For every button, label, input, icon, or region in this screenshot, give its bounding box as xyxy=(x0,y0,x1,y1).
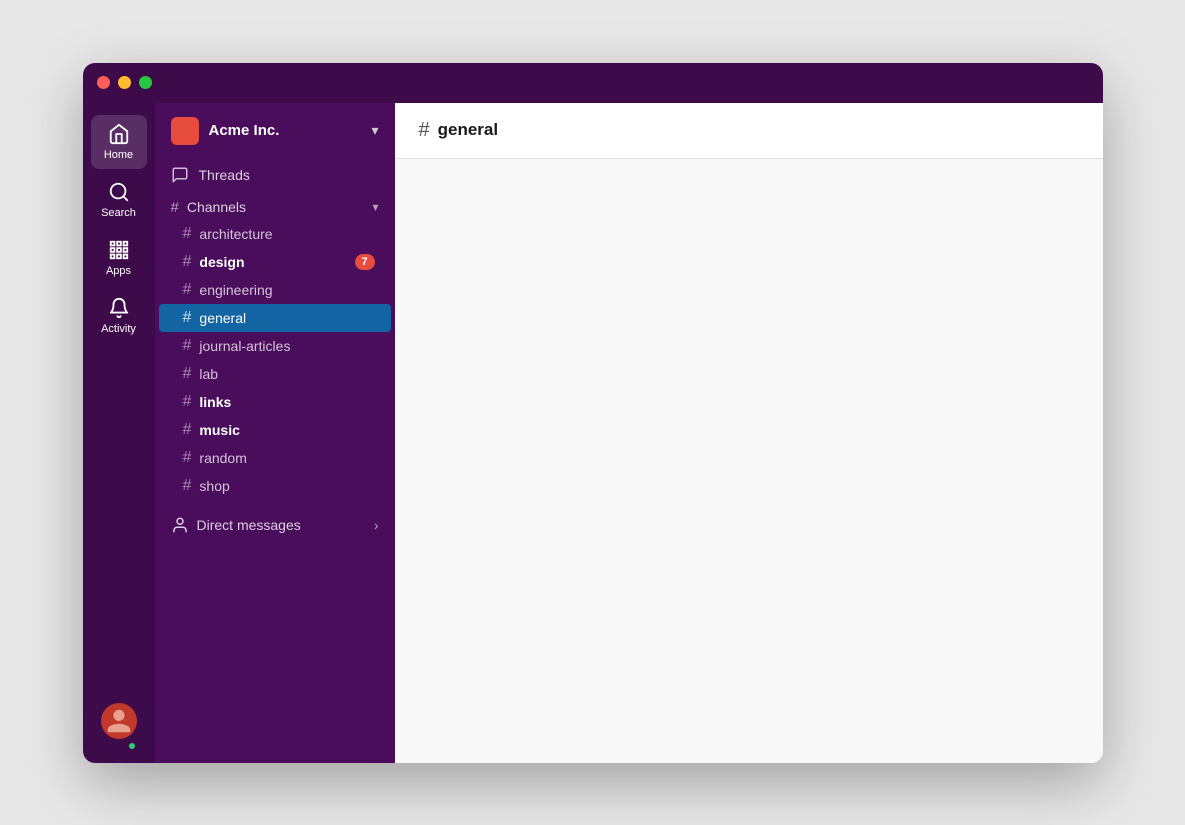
channel-name-label: engineering xyxy=(199,282,272,298)
apps-label: Apps xyxy=(106,265,131,277)
icon-sidebar: Home Search xyxy=(83,103,155,763)
channel-hash-icon: # xyxy=(183,449,192,467)
channel-item-random[interactable]: # random xyxy=(159,444,391,472)
dm-label: Direct messages xyxy=(197,517,301,533)
channel-hash-icon: # xyxy=(183,421,192,439)
channel-item-lab[interactable]: # lab xyxy=(159,360,391,388)
threads-icon xyxy=(171,166,189,184)
channel-name-label: design xyxy=(199,254,244,270)
activity-label: Activity xyxy=(101,323,136,335)
sidebar-item-search[interactable]: Search xyxy=(91,173,147,227)
threads-label: Threads xyxy=(199,167,250,183)
channel-header-name: general xyxy=(438,120,498,140)
avatar-icon xyxy=(105,707,133,735)
workspace-name: Acme Inc. xyxy=(209,122,280,139)
channel-header: # general xyxy=(395,103,1103,159)
channels-label: Channels xyxy=(187,199,246,215)
channel-messages-area xyxy=(395,159,1103,763)
channel-hash-icon: # xyxy=(183,393,192,411)
channel-item-links[interactable]: # links xyxy=(159,388,391,416)
online-status-dot xyxy=(127,741,137,751)
minimize-button[interactable] xyxy=(118,76,131,89)
threads-nav-item[interactable]: Threads xyxy=(155,159,395,191)
user-avatar[interactable] xyxy=(101,703,137,751)
app-body: Home Search xyxy=(83,103,1103,763)
channel-sidebar: Acme Inc. ▾ Threads # Channels ▾ # archit… xyxy=(155,103,395,763)
channels-section-header[interactable]: # Channels ▾ xyxy=(155,191,395,220)
channel-name-label: architecture xyxy=(199,226,272,242)
channel-hash-icon: # xyxy=(183,309,192,327)
workspace-chevron-icon: ▾ xyxy=(371,122,378,139)
title-bar xyxy=(83,63,1103,103)
workspace-logo xyxy=(171,117,199,145)
close-button[interactable] xyxy=(97,76,110,89)
channels-expand-icon: ▾ xyxy=(372,200,378,214)
channel-item-journal-articles[interactable]: # journal-articles xyxy=(159,332,391,360)
home-icon xyxy=(108,123,130,145)
channel-item-engineering[interactable]: # engineering xyxy=(159,276,391,304)
apps-icon xyxy=(108,239,130,261)
channel-name-label: general xyxy=(199,310,246,326)
home-label: Home xyxy=(104,149,133,161)
search-icon xyxy=(108,181,130,203)
channel-item-design[interactable]: # design 7 xyxy=(159,248,391,276)
channel-item-general[interactable]: # general xyxy=(159,304,391,332)
channel-item-shop[interactable]: # shop xyxy=(159,472,391,500)
channel-name-label: random xyxy=(199,450,246,466)
channel-hash-icon: # xyxy=(183,337,192,355)
maximize-button[interactable] xyxy=(139,76,152,89)
channel-item-music[interactable]: # music xyxy=(159,416,391,444)
channel-name-label: music xyxy=(199,422,239,438)
search-label: Search xyxy=(101,207,136,219)
channel-item-architecture[interactable]: # architecture xyxy=(159,220,391,248)
channel-name-label: links xyxy=(199,394,231,410)
channel-hash-icon: # xyxy=(183,477,192,495)
sidebar-item-home[interactable]: Home xyxy=(91,115,147,169)
channel-hash-icon: # xyxy=(183,225,192,243)
channel-header-hash: # xyxy=(419,119,430,142)
channel-hash-icon: # xyxy=(183,253,192,271)
dm-chevron-icon: › xyxy=(374,517,379,533)
channel-name-label: lab xyxy=(199,366,218,382)
channel-name-label: shop xyxy=(199,478,229,494)
avatar-image xyxy=(101,703,137,739)
hash-icon: # xyxy=(171,199,179,216)
channel-name-label: journal-articles xyxy=(199,338,290,354)
channel-list: # architecture # design 7 # engineering # genera… xyxy=(155,220,395,500)
sidebar-item-activity[interactable]: Activity xyxy=(91,289,147,343)
workspace-header[interactable]: Acme Inc. ▾ xyxy=(155,103,395,159)
unread-badge: 7 xyxy=(355,254,375,270)
channel-hash-icon: # xyxy=(183,365,192,383)
dm-icon xyxy=(171,516,189,534)
sidebar-item-apps[interactable]: Apps xyxy=(91,231,147,285)
main-content: # general xyxy=(395,103,1103,763)
direct-messages-section[interactable]: Direct messages › xyxy=(155,508,395,542)
app-window: Home Search xyxy=(83,63,1103,763)
activity-icon xyxy=(108,297,130,319)
channel-hash-icon: # xyxy=(183,281,192,299)
